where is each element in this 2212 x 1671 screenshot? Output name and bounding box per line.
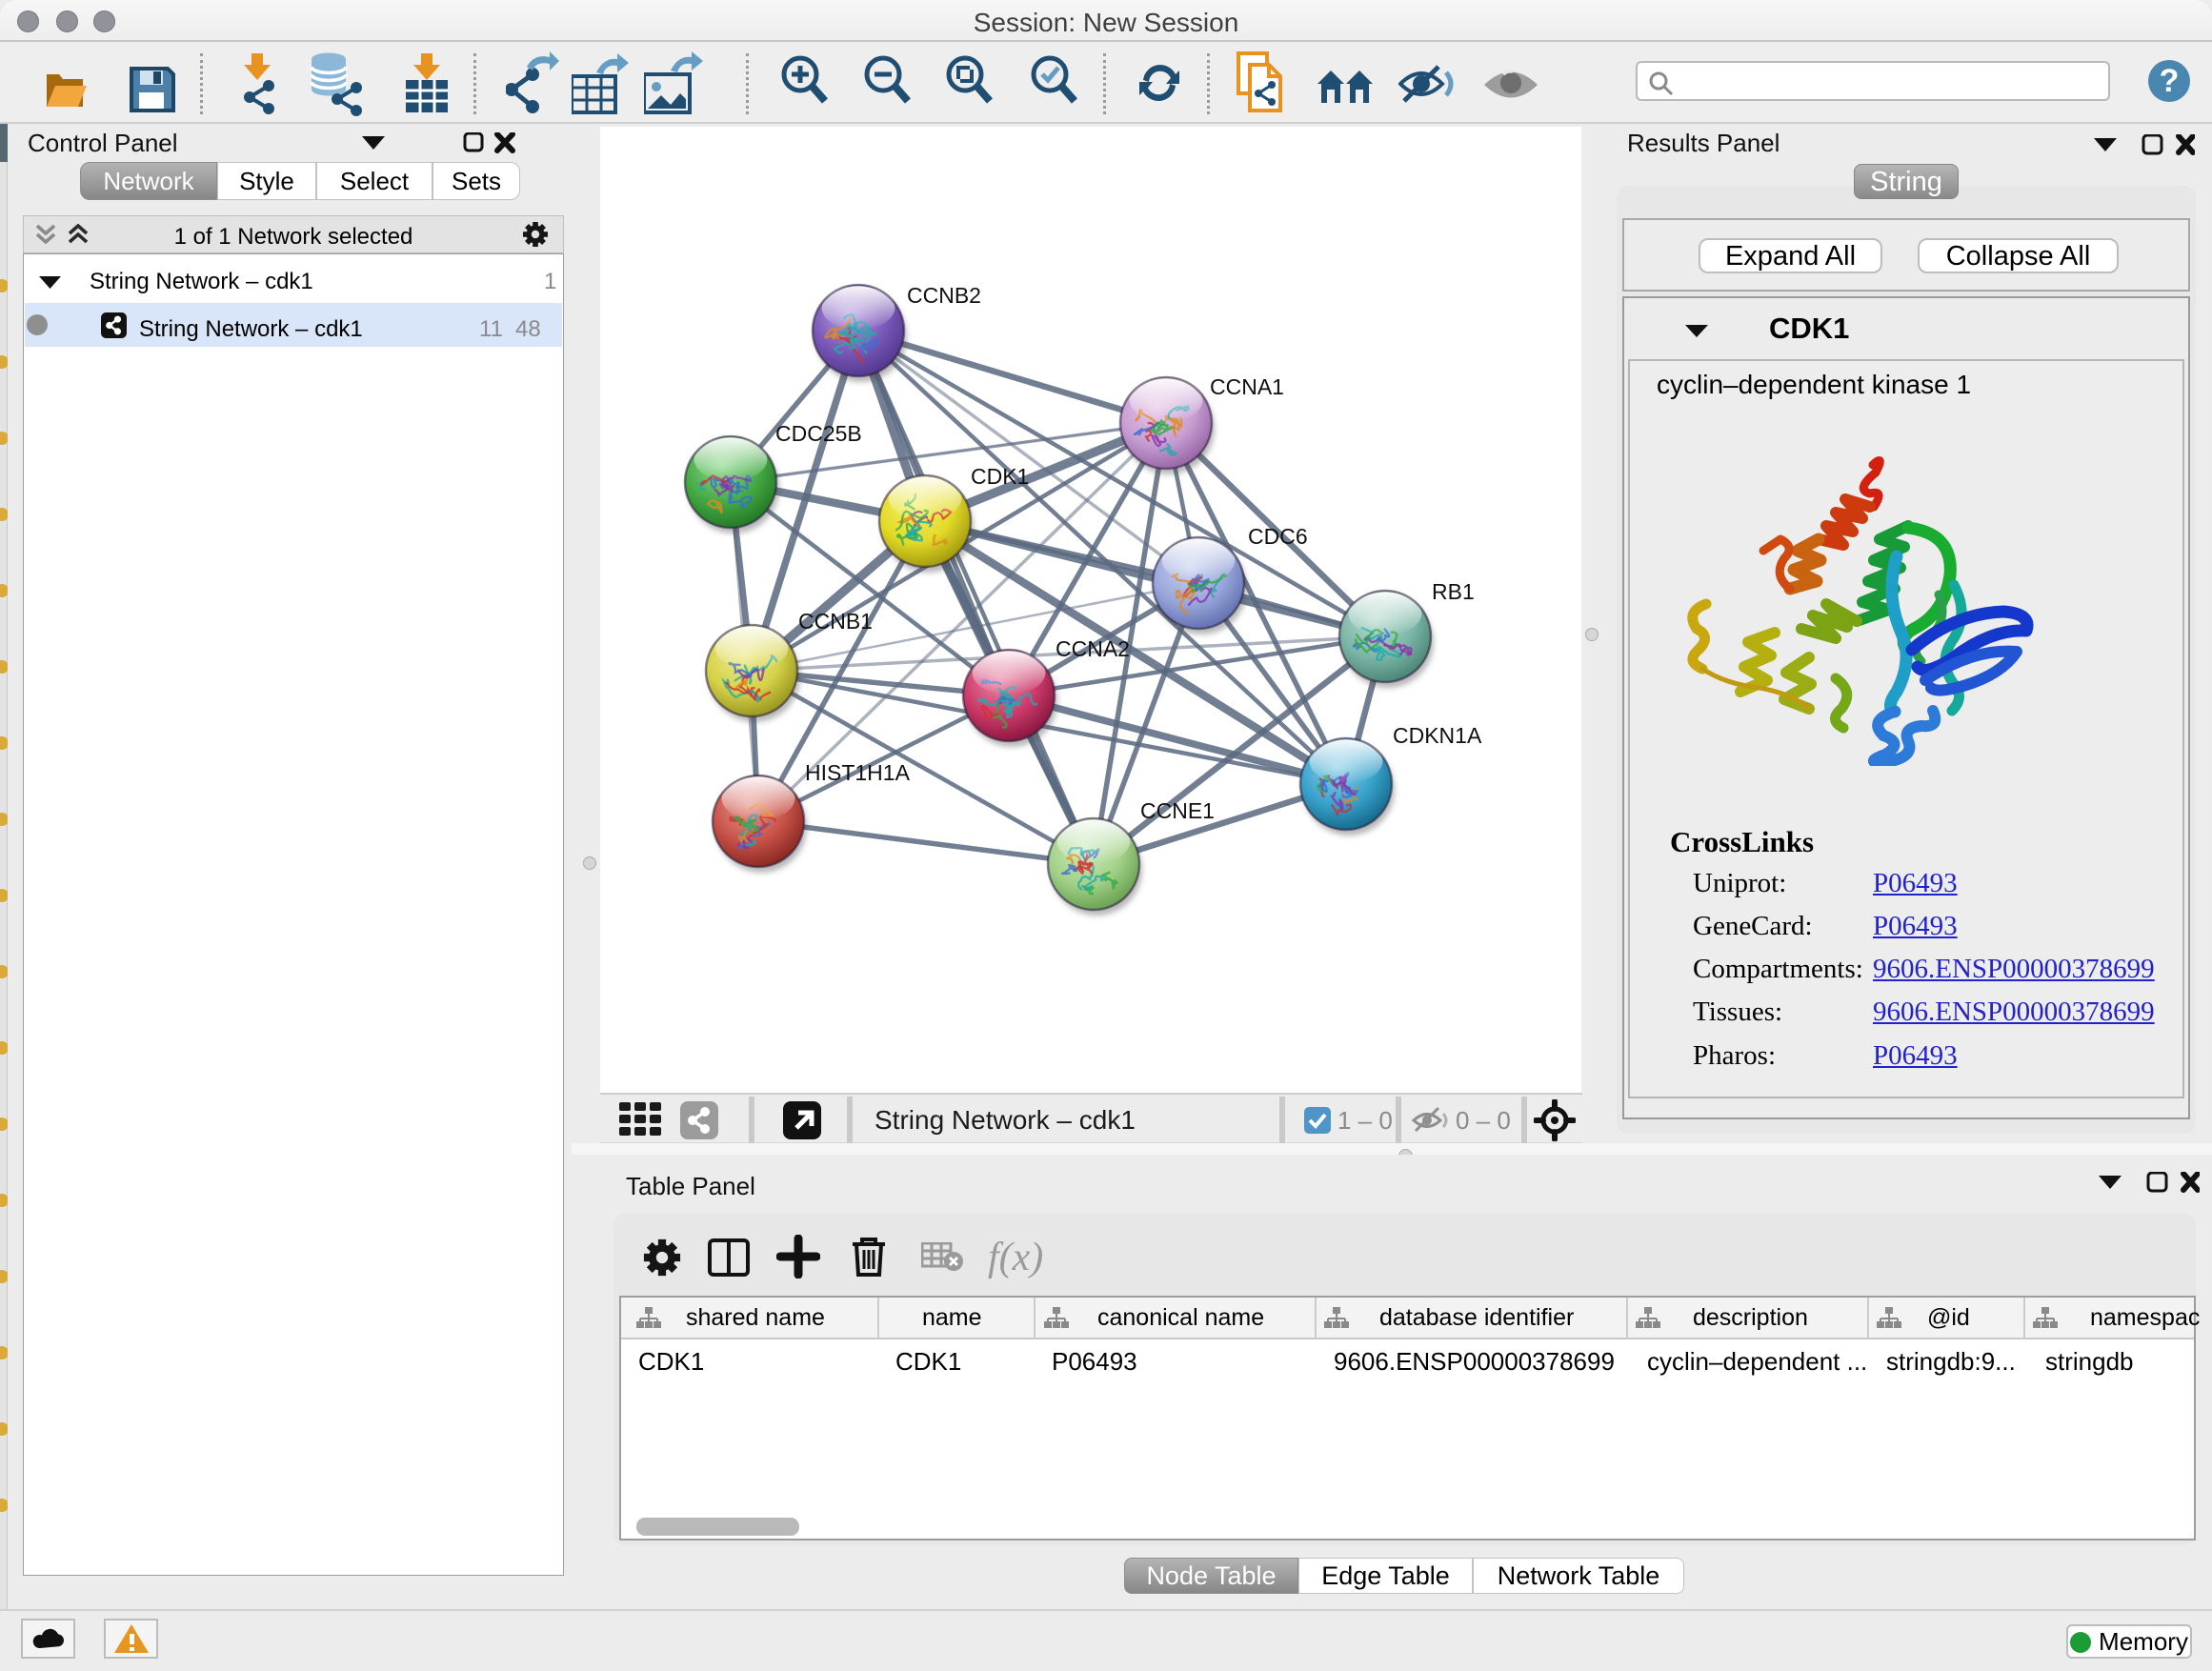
svg-text:CCNB2: CCNB2 [907, 283, 981, 308]
svg-text:HIST1H1A: HIST1H1A [805, 760, 911, 785]
svg-text:CCNE1: CCNE1 [1140, 798, 1215, 823]
svg-text:CCNA2: CCNA2 [1056, 636, 1130, 661]
svg-text:CCNB1: CCNB1 [798, 609, 873, 634]
svg-text:CDK1: CDK1 [971, 464, 1029, 489]
svg-text:RB1: RB1 [1432, 579, 1475, 604]
svg-text:CCNA1: CCNA1 [1210, 374, 1284, 399]
svg-text:CDC6: CDC6 [1248, 524, 1308, 549]
svg-text:CDKN1A: CDKN1A [1393, 723, 1482, 748]
svg-text:CDC25B: CDC25B [775, 421, 862, 446]
